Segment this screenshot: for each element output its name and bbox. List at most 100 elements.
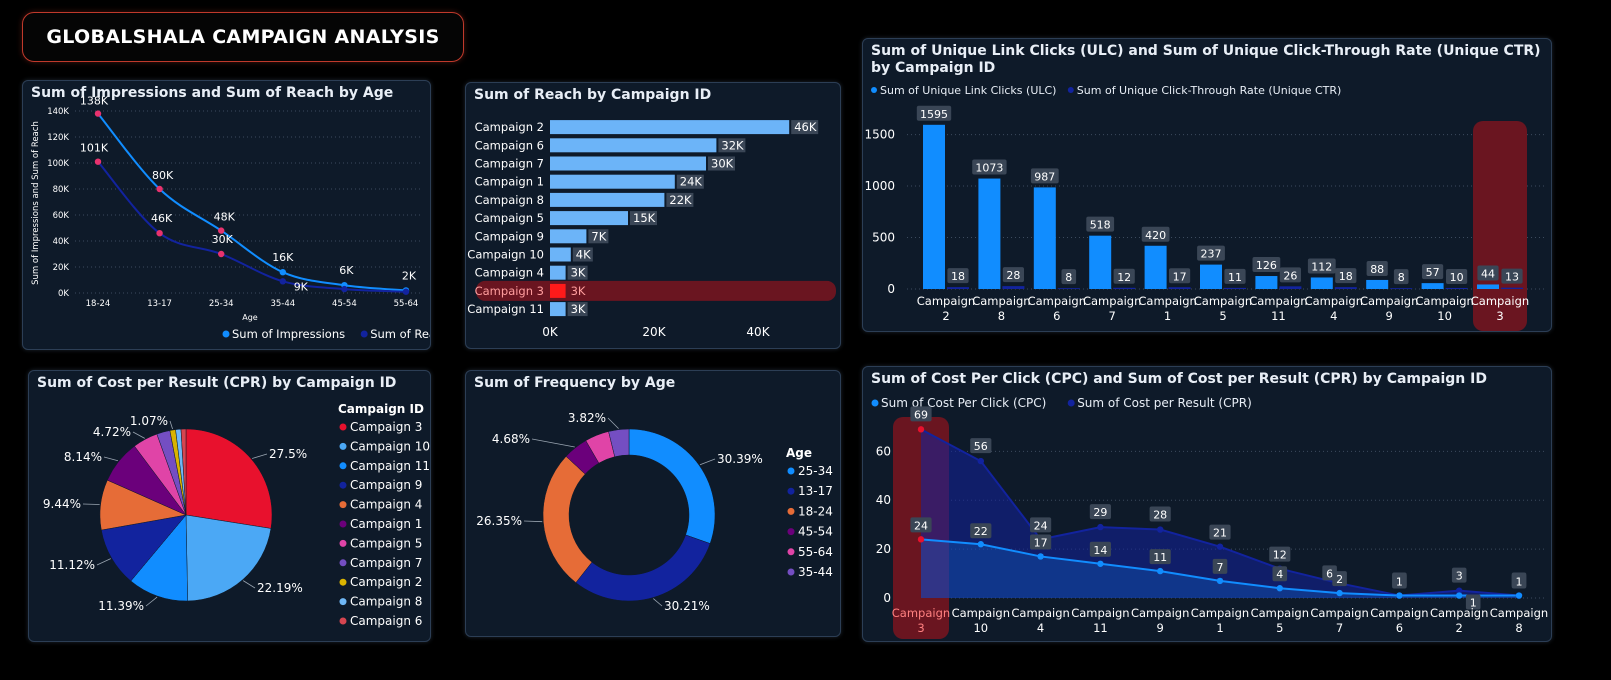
x-tick-label: 1	[1216, 621, 1223, 635]
category-label: Campaign 6	[475, 138, 544, 152]
legend-label: Campaign 6	[350, 614, 422, 628]
bar	[1334, 287, 1357, 289]
slice-label: 1.07%	[130, 414, 168, 428]
data-label: 8	[1065, 271, 1072, 284]
data-label: 126	[1256, 259, 1277, 272]
category-label: Campaign 11	[467, 302, 544, 316]
slice-label: 3.82%	[568, 411, 606, 425]
x-tick-label: 11	[1093, 621, 1108, 635]
legend-label: 18-24	[798, 504, 833, 518]
legend-label: Sum of Impressions	[232, 327, 345, 341]
data-label: 88	[1370, 263, 1384, 276]
legend-marker	[339, 501, 347, 509]
bar	[1279, 286, 1302, 289]
bar	[550, 229, 587, 244]
data-label: 28	[1153, 509, 1167, 522]
data-point	[917, 536, 925, 543]
ulc-ctr-card[interactable]: Sum of Unique Link Clicks (ULC) and Sum …	[862, 38, 1552, 332]
data-point	[1097, 560, 1104, 567]
data-label: 3	[1456, 570, 1463, 583]
data-label: 13	[1505, 271, 1519, 284]
data-label: 138K	[80, 95, 109, 108]
legend-marker	[787, 528, 795, 536]
bar	[1366, 279, 1389, 289]
x-tick-label: 2	[942, 309, 949, 323]
x-tick-label: 20K	[642, 325, 666, 339]
bar	[1224, 287, 1246, 289]
category-label: Campaign 7	[475, 157, 544, 171]
y-tick-label: 60K	[53, 211, 70, 221]
x-tick-label: Campaign	[1415, 294, 1473, 308]
x-tick-label: 3	[917, 621, 924, 635]
bar	[550, 156, 706, 171]
slice-label: 11.39%	[98, 599, 144, 613]
bar	[550, 120, 790, 135]
bar	[1033, 187, 1056, 289]
x-tick-label: Campaign	[1138, 294, 1196, 308]
impressions-reach-chart: 0K 20K 40K 60K 80K 100K 120K 140K 18-24 13-17 25-3…	[31, 95, 430, 341]
data-point	[1216, 577, 1224, 585]
data-point	[156, 185, 163, 193]
data-point	[977, 541, 984, 548]
legend-marker	[1067, 399, 1075, 407]
legend-label: Campaign 11	[350, 459, 430, 473]
pie-slice	[542, 455, 593, 583]
data-label: 15K	[633, 211, 656, 225]
slice-label: 30.39%	[717, 452, 763, 466]
leader-line	[242, 580, 256, 589]
data-point	[1037, 553, 1044, 560]
x-tick-label: Campaign	[952, 606, 1010, 620]
data-label: 80K	[152, 169, 174, 182]
data-label: 18	[1339, 270, 1353, 283]
legend-label: 13-17	[798, 484, 833, 498]
data-label: 24	[1034, 519, 1048, 532]
data-label: 112	[1311, 260, 1332, 273]
data-point	[1336, 589, 1343, 597]
legend-label: 45-54	[798, 525, 833, 539]
slice-label: 9.44%	[43, 497, 81, 511]
data-point	[94, 110, 102, 117]
x-tick-label: Campaign	[1028, 294, 1086, 308]
cpr-pie-card[interactable]: Sum of Cost per Result (CPR) by Campaign…	[28, 370, 431, 642]
data-label: 12	[1273, 549, 1287, 562]
legend-label: 35-44	[798, 565, 833, 579]
slice-label: 27.5%	[269, 447, 307, 461]
data-label: 518	[1090, 219, 1111, 232]
x-tick-label: Campaign	[892, 606, 950, 620]
data-label: 29	[1093, 506, 1107, 519]
y-tick-label: 140K	[47, 107, 69, 117]
y-tick-label: 0K	[58, 289, 69, 299]
data-point	[402, 288, 410, 295]
y-tick-label: 20K	[53, 263, 70, 273]
reach-by-campaign-chart: Campaign 2 46K Campaign 6 32K Campaign 7 30K C…	[467, 120, 836, 339]
x-tick-label: 3	[1496, 309, 1503, 323]
frequency-donut-card[interactable]: Sum of Frequency by Age 30.39% 30.21% 26.3…	[465, 370, 841, 637]
x-tick-label: 13-17	[147, 299, 172, 309]
legend-label: Campaign 10	[350, 439, 430, 453]
y-axis-label: Sum of Impressions and Sum of Reach	[31, 121, 41, 285]
data-label: 7K	[591, 229, 606, 243]
data-label: 17	[1034, 536, 1048, 549]
data-label: 24	[914, 519, 928, 532]
data-label: 1073	[975, 162, 1003, 175]
bar	[978, 178, 1001, 289]
series-line	[97, 161, 407, 293]
legend-marker	[222, 330, 230, 338]
impressions-reach-card[interactable]: Sum of Impressions and Sum of Reach by A…	[22, 80, 431, 350]
leader-line	[169, 420, 173, 430]
bar	[550, 247, 571, 262]
legend-label: 25-34	[798, 464, 833, 478]
legend-label: Sum of Unique Click-Through Rate (Unique…	[1077, 84, 1342, 97]
legend-label: Campaign 1	[350, 517, 422, 531]
x-tick-label: Campaign	[1360, 294, 1418, 308]
data-label: 6	[1326, 567, 1333, 580]
legend-marker	[339, 520, 347, 528]
legend-marker	[787, 487, 795, 495]
slice-label: 4.68%	[492, 432, 530, 446]
cpc-cpr-card[interactable]: Sum of Cost Per Click (CPC) and Sum of C…	[862, 366, 1552, 642]
bar	[550, 192, 665, 207]
reach-by-campaign-card[interactable]: Sum of Reach by Campaign ID Campaign 2 46…	[465, 82, 841, 349]
data-point	[977, 457, 984, 465]
legend-marker	[339, 423, 347, 431]
leader-line	[607, 417, 619, 429]
